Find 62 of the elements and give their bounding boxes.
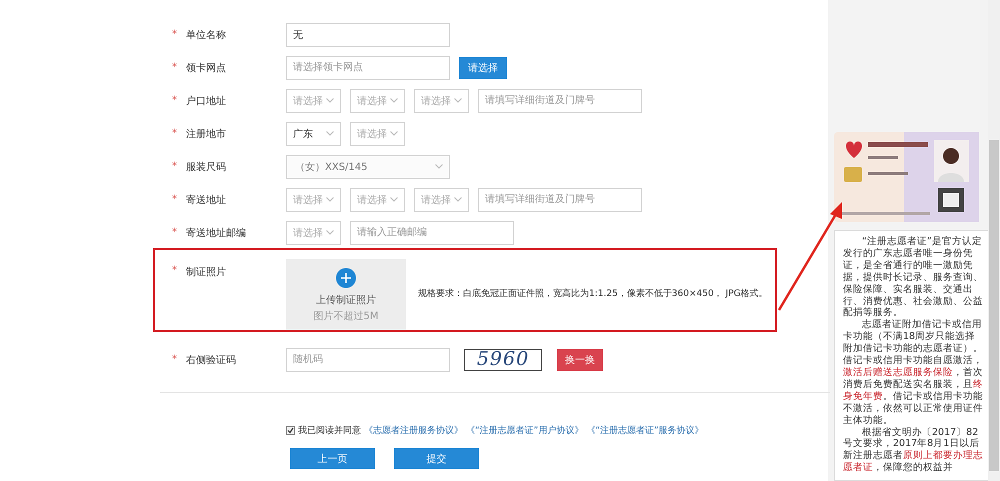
required-mark: * [171, 227, 178, 238]
required-mark: * [171, 95, 178, 106]
refresh-button[interactable]: 换一换 [557, 348, 603, 370]
agreement-link[interactable]: 《志愿者注册服务协议》 [364, 424, 463, 437]
field-label: 户口地址 [186, 94, 227, 108]
captcha-field[interactable]: 随机码 [286, 348, 450, 372]
field-label: 制证照片 [186, 266, 227, 279]
required-mark: * [171, 128, 178, 139]
info-paragraph: “注册志愿者证”是官方认定发行的广东志愿者唯一身份凭证，是全省通行的唯一激励凭据，提供时长记录、服务查询、保险保障、实名服装、交通出行、消费优惠、社会激励、公益配捐等服务。 [843, 236, 984, 319]
agreement-text: 我已阅读并同意 [298, 424, 361, 437]
captcha-image: 5960 [464, 348, 542, 370]
input-field[interactable]: 请输入正确邮编 [350, 220, 514, 244]
form-button[interactable]: 提交 [394, 448, 479, 469]
required-mark: * [171, 62, 178, 73]
select-field[interactable]: 请选择 [414, 188, 469, 212]
required-mark: * [171, 29, 178, 40]
required-mark: * [171, 265, 178, 276]
field-label: 服装尺码 [186, 160, 227, 174]
select-field[interactable]: 请选择 [414, 88, 469, 112]
caret-icon [435, 164, 443, 169]
plus-icon [336, 268, 356, 288]
upload-title: 上传制证照片 [316, 294, 376, 306]
field-label: 右侧验证码 [186, 354, 237, 366]
upload-hint: 图片不超过5M [314, 310, 378, 322]
field-label: 单位名称 [186, 28, 227, 42]
select-field[interactable]: 请选择 [286, 220, 341, 244]
caret-icon [326, 230, 334, 235]
caret-icon [390, 197, 398, 202]
caret-icon [454, 98, 462, 103]
select-field[interactable]: 请选择 [350, 88, 405, 112]
field-label: 寄送地址邮编 [186, 226, 247, 240]
required-mark: * [171, 161, 178, 172]
caret-icon [326, 98, 334, 103]
caret-icon [390, 131, 398, 136]
info-paragraph: 志愿者证附加借记卡或信用卡功能（不满18周岁只能选择附加借记卡功能的志愿者证）。借记卡或信用卡功能自愿激活， 激活后赠送志愿服务保险，首次消费后免费配送实名服装，且终身免年费。借记卡或信用卡功能不激活，依然可以正常使用证件主体功能。 [843, 319, 984, 426]
input-field[interactable]: 无 [286, 22, 450, 46]
select-field[interactable]: 请选择 [350, 188, 405, 212]
required-mark: * [171, 194, 178, 205]
scrollbar[interactable] [988, 0, 1000, 481]
select-field[interactable]: 请选择 [286, 88, 341, 112]
select-field[interactable]: 广东 [286, 122, 341, 146]
field-label: 注册地市 [186, 128, 227, 140]
agreement-link[interactable]: 《“注册志愿者证”服务协议》 [586, 424, 704, 437]
input-field[interactable]: 请选择领卡网点 [286, 56, 450, 80]
field-label: 领卡网点 [186, 62, 227, 74]
form-button[interactable]: 上一页 [290, 448, 375, 469]
required-mark: * [171, 354, 178, 365]
field-label: 寄送地址 [186, 194, 227, 206]
select-button[interactable]: 请选择 [459, 56, 507, 78]
caret-icon [326, 131, 334, 136]
checkbox[interactable] [286, 426, 295, 435]
caret-icon [454, 197, 462, 202]
input-field[interactable]: 请填写详细街道及门牌号 [478, 88, 642, 112]
photo-requirements: 规格要求：白底免冠正面证件照，宽高比为1:1.25，像素不低于360×450， JPG格式。 [418, 288, 768, 300]
input-field[interactable]: 请填写详细街道及门牌号 [478, 188, 642, 212]
upload-area[interactable]: 上传制证照片 图片不超过5M [286, 259, 406, 331]
caret-icon [326, 197, 334, 202]
select-field[interactable]: 请选择 [286, 188, 341, 212]
select-field[interactable]: 请选择 [350, 122, 405, 146]
info-paragraph: 根据省文明办〔2017〕82号文要求，2017年8月1日以后新注册志愿者原则上都要办理志愿者证，保障您的权益并 [843, 426, 984, 474]
agreement-link[interactable]: 《“注册志愿者证”用户协议》 [466, 424, 584, 437]
caret-icon [390, 98, 398, 103]
